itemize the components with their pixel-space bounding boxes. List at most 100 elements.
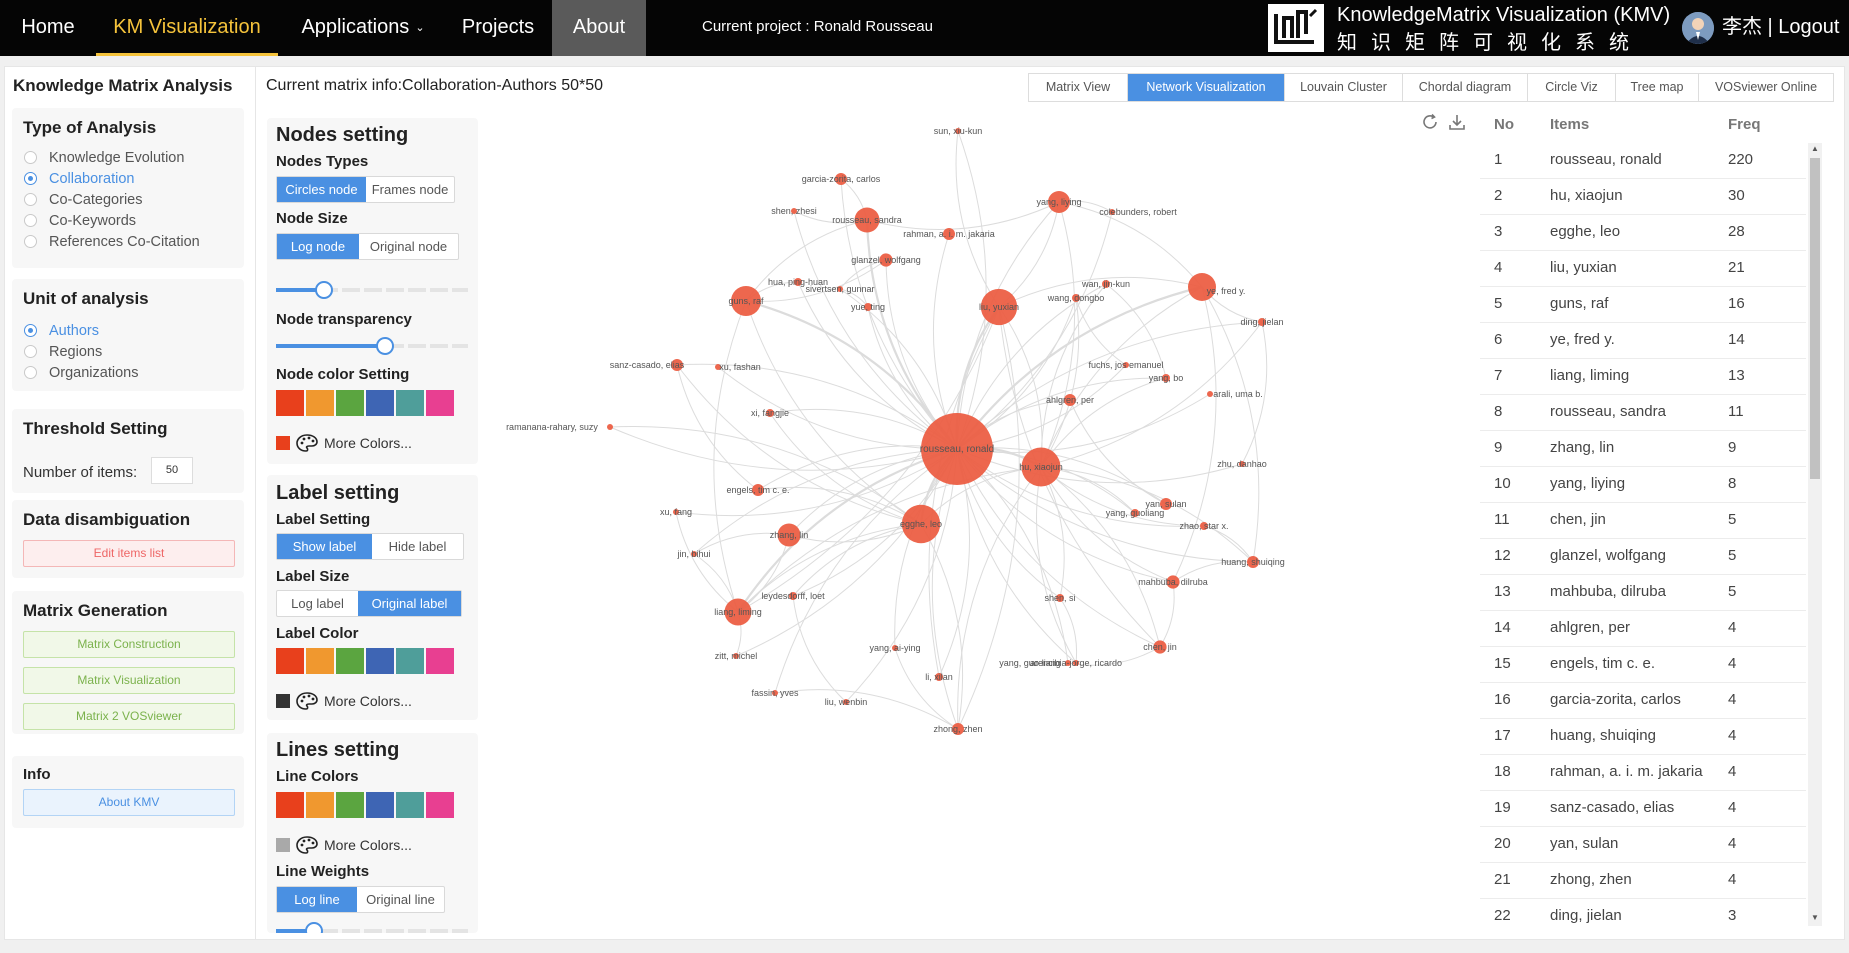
table-row[interactable]: 19 sanz-casado, elias 4 bbox=[1480, 791, 1806, 827]
network-graph[interactable]: rousseau, ronald hu, xiaojun egghe, leo liu… bbox=[486, 104, 1476, 939]
radio-co-categories[interactable]: Co-Categories bbox=[24, 190, 143, 210]
table-row[interactable]: 8 rousseau, sandra 11 bbox=[1480, 395, 1806, 431]
table-row[interactable]: 20 yan, sulan 4 bbox=[1480, 827, 1806, 863]
edit-items-list-button[interactable]: Edit items list bbox=[23, 540, 235, 567]
color-swatch[interactable] bbox=[396, 648, 424, 674]
col-no[interactable]: No bbox=[1494, 116, 1514, 133]
about-kmv-button[interactable]: About KMV bbox=[23, 789, 235, 816]
tab-vosviewer-online[interactable]: VOSviewer Online bbox=[1699, 74, 1833, 101]
graph-node[interactable] bbox=[607, 424, 613, 430]
color-swatch[interactable] bbox=[276, 792, 304, 818]
nav-home[interactable]: Home bbox=[0, 0, 96, 56]
nav-projects[interactable]: Projects bbox=[448, 0, 548, 56]
table-row[interactable]: 15 engels, tim c. e. 4 bbox=[1480, 647, 1806, 683]
more-colors-label: More Colors... bbox=[324, 435, 412, 451]
table-row[interactable]: 7 liang, liming 13 bbox=[1480, 359, 1806, 395]
tab-chordal-diagram[interactable]: Chordal diagram bbox=[1403, 74, 1528, 101]
color-swatch[interactable] bbox=[306, 648, 334, 674]
original-line-button[interactable]: Original line bbox=[357, 887, 444, 912]
color-swatch[interactable] bbox=[426, 648, 454, 674]
table-row[interactable]: 4 liu, yuxian 21 bbox=[1480, 251, 1806, 287]
tab-louvain-cluster[interactable]: Louvain Cluster bbox=[1285, 74, 1403, 101]
tab-tree-map[interactable]: Tree map bbox=[1616, 74, 1699, 101]
line-weight-slider[interactable] bbox=[276, 921, 468, 933]
frames-node-button[interactable]: Frames node bbox=[366, 177, 454, 202]
table-row[interactable]: 22 ding, jielan 3 bbox=[1480, 899, 1806, 928]
color-swatch[interactable] bbox=[396, 792, 424, 818]
radio-knowledge-evolution[interactable]: Knowledge Evolution bbox=[24, 148, 184, 168]
matrix-construction-button[interactable]: Matrix Construction bbox=[23, 631, 235, 658]
scroll-down-icon[interactable]: ▼ bbox=[1810, 913, 1820, 923]
hide-label-button[interactable]: Hide label bbox=[372, 534, 463, 559]
log-label-button[interactable]: Log label bbox=[277, 591, 358, 616]
color-swatch[interactable] bbox=[306, 792, 334, 818]
table-row[interactable]: 6 ye, fred y. 14 bbox=[1480, 323, 1806, 359]
matrix-visualization-button[interactable]: Matrix Visualization bbox=[23, 667, 235, 694]
tab-circle-viz[interactable]: Circle Viz bbox=[1528, 74, 1616, 101]
nav-about[interactable]: About bbox=[552, 0, 646, 56]
color-swatch[interactable] bbox=[366, 792, 394, 818]
table-row[interactable]: 3 egghe, leo 28 bbox=[1480, 215, 1806, 251]
circles-node-button[interactable]: Circles node bbox=[277, 177, 366, 202]
log-node-button[interactable]: Log node bbox=[277, 234, 359, 259]
user-logout[interactable]: 李杰 | Logout bbox=[1722, 0, 1839, 56]
table-row[interactable]: 13 mahbuba, dilruba 5 bbox=[1480, 575, 1806, 611]
table-row[interactable]: 11 chen, jin 5 bbox=[1480, 503, 1806, 539]
tab-network-visualization[interactable]: Network Visualization bbox=[1128, 74, 1285, 101]
color-swatch[interactable] bbox=[306, 390, 334, 416]
radio-co-keywords[interactable]: Co-Keywords bbox=[24, 211, 136, 231]
original-node-button[interactable]: Original node bbox=[359, 234, 458, 259]
table-row[interactable]: 1 rousseau, ronald 220 bbox=[1480, 143, 1806, 179]
node-size-slider[interactable] bbox=[276, 280, 468, 300]
table-row[interactable]: 14 ahlgren, per 4 bbox=[1480, 611, 1806, 647]
table-row[interactable]: 17 huang, shuiqing 4 bbox=[1480, 719, 1806, 755]
radio-references-co-citation[interactable]: References Co-Citation bbox=[24, 232, 200, 252]
color-swatch[interactable] bbox=[336, 648, 364, 674]
nav-applications[interactable]: Applications ⌄ bbox=[278, 0, 448, 56]
table-row[interactable]: 18 rahman, a. i. m. jakaria 4 bbox=[1480, 755, 1806, 791]
matrix-2-vosviewer-button[interactable]: Matrix 2 VOSviewer bbox=[23, 703, 235, 730]
table-row[interactable]: 10 yang, liying 8 bbox=[1480, 467, 1806, 503]
cell-item: rahman, a. i. m. jakaria bbox=[1550, 763, 1703, 780]
color-swatch[interactable] bbox=[276, 390, 304, 416]
nav-km-visualization[interactable]: KM Visualization bbox=[96, 0, 278, 56]
cell-freq: 4 bbox=[1728, 691, 1737, 708]
tab-matrix-view[interactable]: Matrix View bbox=[1029, 74, 1128, 101]
color-swatch[interactable] bbox=[276, 648, 304, 674]
node-transparency-slider[interactable] bbox=[276, 336, 468, 356]
scroll-up-icon[interactable]: ▲ bbox=[1810, 144, 1820, 154]
label-more-colors[interactable]: More Colors... bbox=[276, 692, 412, 710]
color-swatch[interactable] bbox=[366, 390, 394, 416]
cell-no: 3 bbox=[1494, 223, 1503, 240]
table-row[interactable]: 21 zhong, zhen 4 bbox=[1480, 863, 1806, 899]
color-swatch[interactable] bbox=[396, 390, 424, 416]
table-row[interactable]: 12 glanzel, wolfgang 5 bbox=[1480, 539, 1806, 575]
color-swatch[interactable] bbox=[366, 648, 394, 674]
slider-handle[interactable] bbox=[305, 922, 323, 933]
table-row[interactable]: 2 hu, xiaojun 30 bbox=[1480, 179, 1806, 215]
table-row[interactable]: 9 zhang, lin 9 bbox=[1480, 431, 1806, 467]
avatar[interactable] bbox=[1682, 12, 1714, 44]
radio-authors[interactable]: Authors bbox=[24, 321, 99, 341]
table-row[interactable]: 5 guns, raf 16 bbox=[1480, 287, 1806, 323]
slider-handle[interactable] bbox=[376, 337, 395, 355]
log-line-button[interactable]: Log line bbox=[277, 887, 357, 912]
color-swatch[interactable] bbox=[336, 792, 364, 818]
table-row[interactable]: 16 garcia-zorita, carlos 4 bbox=[1480, 683, 1806, 719]
line-more-colors[interactable]: More Colors... bbox=[276, 836, 412, 854]
show-label-button[interactable]: Show label bbox=[277, 534, 372, 559]
node-more-colors[interactable]: More Colors... bbox=[276, 434, 412, 452]
radio-organizations[interactable]: Organizations bbox=[24, 363, 138, 383]
number-of-items-input[interactable]: 50 bbox=[151, 457, 193, 484]
col-freq[interactable]: Freq bbox=[1728, 116, 1761, 133]
radio-regions[interactable]: Regions bbox=[24, 342, 102, 362]
original-label-button[interactable]: Original label bbox=[358, 591, 461, 616]
col-items[interactable]: Items bbox=[1550, 116, 1589, 133]
color-swatch[interactable] bbox=[426, 792, 454, 818]
graph-node[interactable] bbox=[1207, 391, 1213, 397]
table-scroll-thumb[interactable] bbox=[1810, 158, 1820, 479]
color-swatch[interactable] bbox=[426, 390, 454, 416]
radio-collaboration[interactable]: Collaboration bbox=[24, 169, 134, 189]
color-swatch[interactable] bbox=[336, 390, 364, 416]
slider-handle[interactable] bbox=[315, 281, 333, 299]
